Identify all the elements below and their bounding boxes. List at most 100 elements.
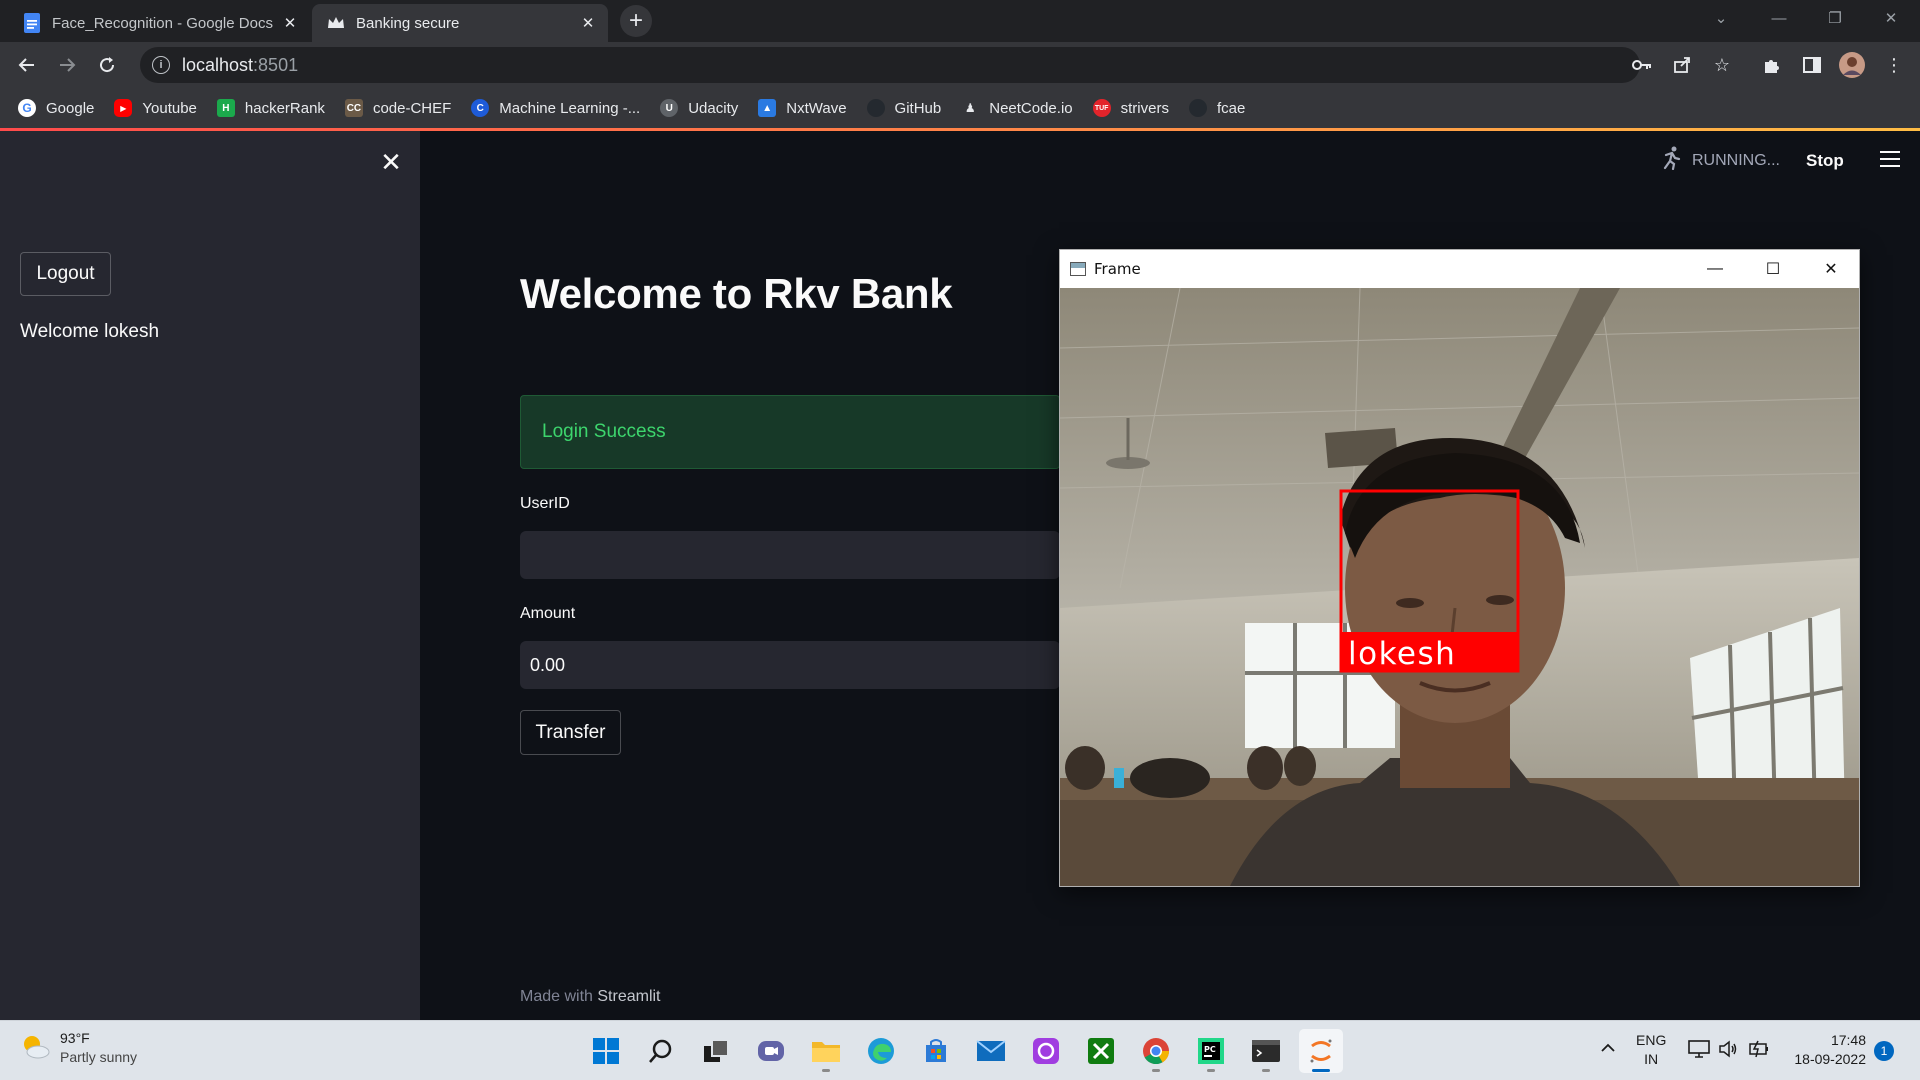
frame-maximize-icon[interactable]: ☐: [1744, 250, 1802, 288]
frame-title: Frame: [1094, 260, 1141, 278]
nxtwave-icon: ▲: [758, 99, 777, 117]
network-icon[interactable]: [1688, 1039, 1710, 1064]
restore-icon[interactable]: ❐: [1806, 0, 1864, 36]
bookmark-label: NxtWave: [786, 99, 847, 117]
xbox-icon[interactable]: [1079, 1029, 1123, 1073]
close-tab-icon[interactable]: ✕: [280, 13, 300, 33]
tab-search-icon[interactable]: ⌄: [1692, 0, 1750, 36]
bookmark-nxtwave[interactable]: ▲ NxtWave: [758, 99, 847, 117]
userid-input[interactable]: [520, 531, 1060, 579]
mail-icon[interactable]: [969, 1029, 1013, 1073]
tab-face-recognition[interactable]: Face_Recognition - Google Docs ✕: [8, 4, 310, 42]
bookmark-hackerrank[interactable]: H hackerRank: [216, 99, 325, 117]
new-tab-button[interactable]: +: [620, 5, 652, 37]
webcam-feed: lokesh: [1060, 288, 1859, 886]
close-window-icon[interactable]: ✕: [1862, 0, 1920, 36]
reload-icon[interactable]: [91, 49, 123, 81]
logout-button[interactable]: Logout: [20, 252, 111, 296]
show-hidden-icons[interactable]: [1600, 1031, 1616, 1058]
close-sidebar-icon[interactable]: ✕: [378, 147, 404, 177]
strivers-icon: TUF: [1092, 99, 1111, 117]
bookmark-label: Machine Learning -...: [499, 99, 641, 117]
page-title: Welcome to Rkv Bank: [520, 270, 953, 317]
battery-icon[interactable]: [1748, 1039, 1770, 1064]
bookmark-label: code-CHEF: [372, 99, 452, 117]
start-windows-icon[interactable]: [584, 1029, 628, 1073]
bookmark-star-icon[interactable]: ☆: [1708, 51, 1736, 79]
chrome-icon[interactable]: [1134, 1029, 1178, 1073]
bookmark-fcae[interactable]: fcae: [1188, 99, 1246, 117]
jupyter-icon[interactable]: [1299, 1029, 1343, 1073]
search-icon[interactable]: [639, 1029, 683, 1073]
google-icon: G: [18, 99, 36, 117]
svg-text:PC: PC: [1204, 1045, 1216, 1054]
frame-minimize-icon[interactable]: —: [1686, 250, 1744, 288]
side-panel-icon[interactable]: [1798, 51, 1826, 79]
browser-menu-icon[interactable]: ⋮: [1880, 51, 1908, 79]
taskbar-apps: PC: [584, 1029, 1354, 1073]
tab-title: Banking secure: [356, 14, 460, 32]
streamlit-crown-icon: [326, 13, 346, 33]
footer-prefix: Made with: [520, 988, 593, 1005]
pycharm-icon[interactable]: PC: [1189, 1029, 1233, 1073]
bookmark-google[interactable]: G Google: [18, 99, 94, 117]
browser-tab-strip: Face_Recognition - Google Docs ✕ Banking…: [0, 0, 1920, 42]
transfer-button[interactable]: Transfer: [520, 710, 621, 755]
weather-desc: Partly sunny: [60, 1049, 138, 1065]
minimize-icon[interactable]: —: [1750, 0, 1808, 36]
footer: Made with Streamlit: [520, 988, 661, 1006]
site-info-icon[interactable]: i: [152, 56, 170, 74]
edge-icon[interactable]: [859, 1029, 903, 1073]
lang-bottom: IN: [1644, 1051, 1659, 1067]
codechef-icon: CC: [344, 99, 363, 117]
browser-toolbar: i localhost:8501 ☆ ⋮: [0, 42, 1920, 88]
back-icon[interactable]: [11, 49, 43, 81]
share-icon[interactable]: [1668, 51, 1696, 79]
volume-icon[interactable]: [1718, 1039, 1738, 1064]
notification-badge[interactable]: 1: [1874, 1041, 1894, 1061]
extensions-puzzle-icon[interactable]: [1758, 51, 1786, 79]
teams-chat-icon[interactable]: [749, 1029, 793, 1073]
system-clock[interactable]: 17:48 18-09-2022: [1786, 1031, 1866, 1069]
windows-taskbar: 93°F Partly sunny PC ENG IN 17:48 18-09-…: [0, 1020, 1920, 1080]
task-view-icon[interactable]: [694, 1029, 738, 1073]
amount-input[interactable]: 0.00: [520, 641, 1060, 689]
frame-close-icon[interactable]: ✕: [1802, 250, 1860, 288]
bookmark-label: Youtube: [142, 99, 197, 117]
language-indicator[interactable]: ENG IN: [1636, 1031, 1666, 1069]
bookmark-machine-learning[interactable]: C Machine Learning -...: [471, 99, 640, 117]
file-explorer-icon[interactable]: [804, 1029, 848, 1073]
profile-avatar[interactable]: [1838, 51, 1866, 79]
microsoft-store-icon[interactable]: [914, 1029, 958, 1073]
welcome-user-text: Welcome lokesh: [20, 321, 160, 342]
tab-banking-secure[interactable]: Banking secure ✕: [312, 4, 608, 42]
stop-button[interactable]: Stop: [1806, 151, 1844, 171]
bookmark-label: fcae: [1216, 99, 1246, 117]
address-bar[interactable]: i localhost:8501: [140, 47, 1640, 83]
main-menu-icon[interactable]: [1880, 151, 1900, 167]
weather-temp: 93°F: [60, 1030, 90, 1046]
github-icon: [866, 99, 885, 117]
clock-time: 17:48: [1830, 1032, 1866, 1048]
weather-widget[interactable]: 93°F Partly sunny: [20, 1029, 137, 1067]
amount-label: Amount: [520, 605, 576, 622]
bookmark-github[interactable]: GitHub: [866, 99, 941, 117]
bookmark-codechef[interactable]: CC code-CHEF: [344, 99, 452, 117]
ml-course-icon: C: [471, 99, 490, 117]
forward-icon[interactable]: [51, 49, 83, 81]
status-widget: RUNNING... Stop: [1660, 146, 1844, 175]
bookmark-strivers[interactable]: TUF strivers: [1092, 99, 1169, 117]
bookmark-youtube[interactable]: ▶ Youtube: [114, 99, 197, 117]
bookmark-neetcode[interactable]: ♟ NeetCode.io: [961, 99, 1073, 117]
neetcode-icon: ♟: [964, 101, 976, 115]
alert-text: Login Success: [542, 421, 666, 442]
bookmark-label: hackerRank: [244, 99, 325, 117]
userid-label: UserID: [520, 495, 570, 512]
streamlit-link[interactable]: Streamlit: [597, 988, 660, 1005]
media-app-icon[interactable]: [1024, 1029, 1068, 1073]
detected-name-label: lokesh: [1348, 636, 1456, 672]
terminal-icon[interactable]: [1244, 1029, 1288, 1073]
close-tab-icon[interactable]: ✕: [578, 13, 598, 33]
bookmark-udacity[interactable]: U Udacity: [660, 99, 738, 117]
password-key-icon[interactable]: [1628, 51, 1656, 79]
